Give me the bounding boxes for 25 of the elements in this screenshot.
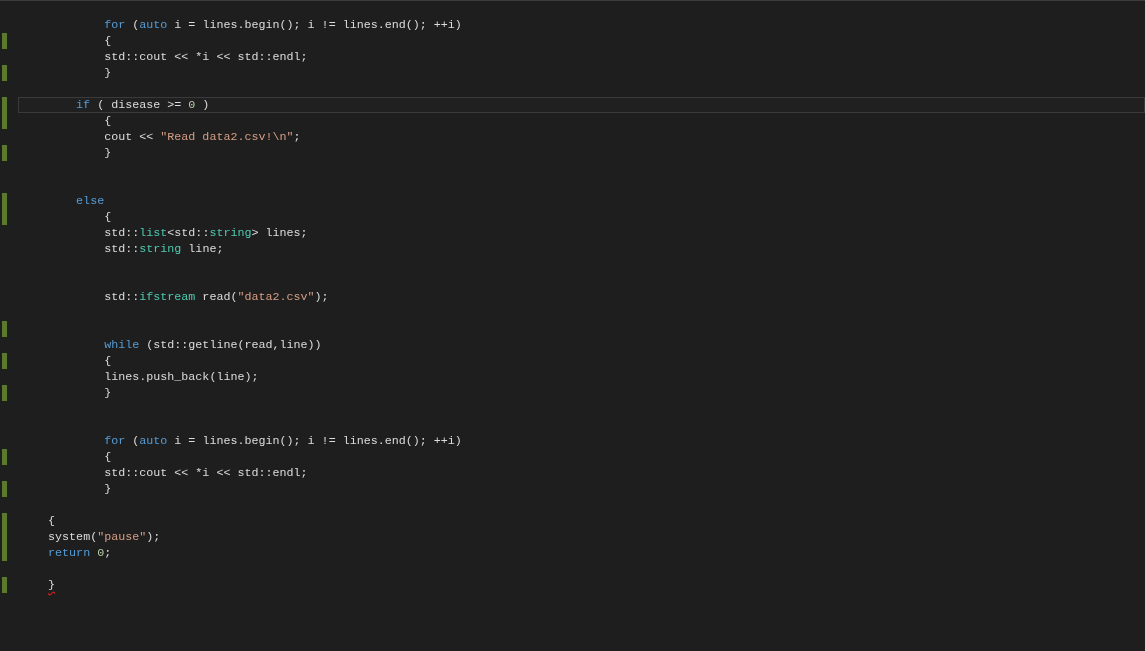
code-line: for (auto i = lines.begin(); i != lines.end(); ++i) bbox=[104, 18, 462, 32]
code-line: } bbox=[104, 66, 112, 80]
code-line: std::list<std::string> lines; bbox=[104, 226, 308, 240]
code-line: } bbox=[104, 386, 112, 400]
code-line: system("pause"); bbox=[48, 530, 161, 544]
code-line: std::cout << *i << std::endl; bbox=[104, 466, 308, 480]
code-line: } bbox=[104, 482, 112, 496]
code-line: { bbox=[104, 114, 112, 128]
code-line: while (std::getline(read,line)) bbox=[104, 338, 322, 352]
code-line: { bbox=[104, 210, 112, 224]
code-line: std::string line; bbox=[104, 242, 224, 256]
code-line: if ( disease >= 0 ) bbox=[76, 98, 210, 112]
code-line: } bbox=[104, 146, 112, 160]
code-line: } bbox=[48, 578, 56, 592]
code-line: { bbox=[104, 34, 112, 48]
code-line: else bbox=[76, 194, 105, 208]
code-line: lines.push_back(line); bbox=[104, 370, 259, 384]
code-line: cout << "Read data2.csv!\n"; bbox=[104, 130, 301, 144]
code-line: for (auto i = lines.begin(); i != lines.end(); ++i) bbox=[104, 434, 462, 448]
code-line: std::ifstream read("data2.csv"); bbox=[104, 290, 329, 304]
code-line: { bbox=[104, 450, 112, 464]
code-line: return 0; bbox=[48, 546, 112, 560]
code-line: std::cout << *i << std::endl; bbox=[104, 50, 308, 64]
code-line: { bbox=[104, 354, 112, 368]
code-line: { bbox=[48, 514, 56, 528]
